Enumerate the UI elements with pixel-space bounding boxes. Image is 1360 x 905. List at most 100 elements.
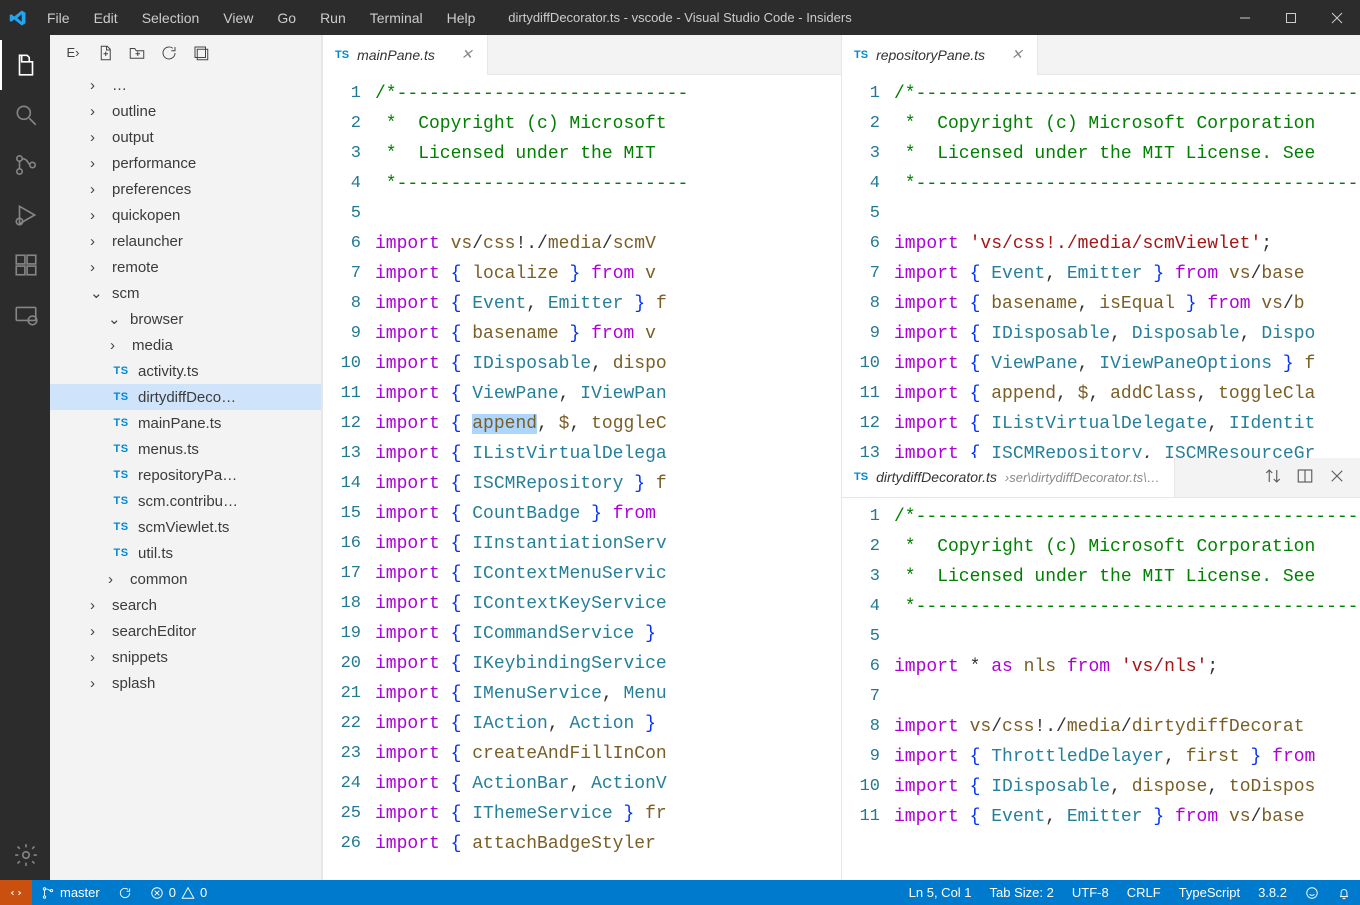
code-line[interactable]: /*--------------------------------------…: [894, 79, 1360, 109]
code-line[interactable]: import { basename, isEqual } from vs/b: [894, 289, 1360, 319]
code-line[interactable]: import { ICommandService }: [375, 619, 841, 649]
problems[interactable]: 0 0: [141, 880, 216, 905]
language-mode[interactable]: TypeScript: [1170, 880, 1249, 905]
menu-file[interactable]: File: [35, 0, 82, 35]
code-line[interactable]: import { ViewPane, IViewPan: [375, 379, 841, 409]
folder-item[interactable]: ›outline: [50, 98, 321, 124]
refresh-icon[interactable]: [160, 44, 178, 62]
code-line[interactable]: import { IKeybindingService: [375, 649, 841, 679]
code-line[interactable]: import vs/css!./media/dirtydiffDecorat: [894, 712, 1360, 742]
menu-terminal[interactable]: Terminal: [358, 0, 435, 35]
menu-run[interactable]: Run: [308, 0, 358, 35]
code-line[interactable]: import { append, $, toggleC: [375, 409, 841, 439]
code-line[interactable]: * Copyright (c) Microsoft Corporation: [894, 109, 1360, 139]
feedback-icon[interactable]: [1296, 880, 1328, 905]
split-icon[interactable]: [1296, 467, 1314, 488]
tab-repositorypane[interactable]: TS repositoryPane.ts ✕: [842, 35, 1038, 75]
eol[interactable]: CRLF: [1118, 880, 1170, 905]
folder-item[interactable]: ›common: [50, 566, 321, 592]
code-line[interactable]: import { localize } from v: [375, 259, 841, 289]
file-item[interactable]: TSmenus.ts: [50, 436, 321, 462]
code-line[interactable]: import * as nls from 'vs/nls';: [894, 652, 1360, 682]
new-file-icon[interactable]: [96, 44, 114, 62]
menu-view[interactable]: View: [211, 0, 265, 35]
file-item[interactable]: TSrepositoryPa…: [50, 462, 321, 488]
close-icon[interactable]: ✕: [1011, 46, 1023, 63]
code-line[interactable]: import { Event, Emitter } from vs/base: [894, 802, 1360, 832]
tab-mainpane[interactable]: TS mainPane.ts ✕: [323, 35, 488, 75]
folder-item[interactable]: ›snippets: [50, 644, 321, 670]
collapse-icon[interactable]: [192, 44, 210, 62]
code-line[interactable]: import { IAction, Action }: [375, 709, 841, 739]
activity-settings[interactable]: [0, 830, 50, 880]
encoding[interactable]: UTF-8: [1063, 880, 1118, 905]
file-item[interactable]: TSscmViewlet.ts: [50, 514, 321, 540]
activity-extensions[interactable]: [0, 240, 50, 290]
new-folder-icon[interactable]: [128, 44, 146, 62]
code-line[interactable]: *---------------------------------------…: [894, 169, 1360, 199]
code-line[interactable]: import { IDisposable, dispo: [375, 349, 841, 379]
close-icon[interactable]: ✕: [461, 46, 473, 63]
code-line[interactable]: import vs/css!./media/scmV: [375, 229, 841, 259]
code-line[interactable]: /*--------------------------------------…: [894, 502, 1360, 532]
remote-indicator[interactable]: [0, 880, 32, 905]
folder-item[interactable]: ›remote: [50, 254, 321, 280]
code-line[interactable]: import { append, $, addClass, toggleCla: [894, 379, 1360, 409]
folder-item[interactable]: ⌄scm: [50, 280, 321, 306]
file-item[interactable]: TSscm.contribu…: [50, 488, 321, 514]
code-editor-right[interactable]: 1234567891011121314151617181920212223242…: [323, 75, 841, 880]
code-line[interactable]: import { ActionBar, ActionV: [375, 769, 841, 799]
code-line[interactable]: [894, 682, 1360, 712]
minimize-button[interactable]: [1222, 0, 1268, 35]
tab-size[interactable]: Tab Size: 2: [981, 880, 1063, 905]
code-line[interactable]: import { Event, Emitter } from vs/base: [894, 259, 1360, 289]
menu-go[interactable]: Go: [265, 0, 308, 35]
code-line[interactable]: import { IInstantiationServ: [375, 529, 841, 559]
code-line[interactable]: import { ISCMRepository, ISCMResourceGr: [894, 439, 1360, 458]
code-line[interactable]: import { IListVirtualDelegate, IIdentit: [894, 409, 1360, 439]
close-icon[interactable]: [1328, 467, 1346, 488]
code-line[interactable]: import { Event, Emitter } f: [375, 289, 841, 319]
code-line[interactable]: [894, 622, 1360, 652]
menu-help[interactable]: Help: [435, 0, 488, 35]
code-line[interactable]: * Copyright (c) Microsoft Corporation: [894, 532, 1360, 562]
code-line[interactable]: import { IContextKeyService: [375, 589, 841, 619]
code-line[interactable]: import { IDisposable, dispose, toDispos: [894, 772, 1360, 802]
code-line[interactable]: import { ViewPane, IViewPaneOptions } f: [894, 349, 1360, 379]
folder-item[interactable]: ›preferences: [50, 176, 321, 202]
activity-search[interactable]: [0, 90, 50, 140]
menu-edit[interactable]: Edit: [82, 0, 130, 35]
code-line[interactable]: [894, 199, 1360, 229]
git-sync[interactable]: [109, 880, 141, 905]
folder-item[interactable]: ›searchEditor: [50, 618, 321, 644]
folder-item[interactable]: ›performance: [50, 150, 321, 176]
code-line[interactable]: import { IMenuService, Menu: [375, 679, 841, 709]
code-line[interactable]: [375, 199, 841, 229]
menu-selection[interactable]: Selection: [130, 0, 212, 35]
activity-explorer[interactable]: [0, 40, 50, 90]
maximize-button[interactable]: [1268, 0, 1314, 35]
code-line[interactable]: import { basename } from v: [375, 319, 841, 349]
code-line[interactable]: * Licensed under the MIT License. See: [894, 562, 1360, 592]
code-line[interactable]: import { IListVirtualDelega: [375, 439, 841, 469]
close-button[interactable]: [1314, 0, 1360, 35]
code-line[interactable]: *---------------------------------------…: [894, 592, 1360, 622]
tab-dirtydiff[interactable]: TS dirtydiffDecorator.ts ›ser\dirtydiffD…: [842, 458, 1175, 498]
code-line[interactable]: * Copyright (c) Microsoft: [375, 109, 841, 139]
code-line[interactable]: import { IThemeService } fr: [375, 799, 841, 829]
code-line[interactable]: import { attachBadgeStyler: [375, 829, 841, 859]
code-line[interactable]: * Licensed under the MIT License. See: [894, 139, 1360, 169]
compare-icon[interactable]: [1264, 467, 1282, 488]
folder-item[interactable]: ›…: [50, 72, 321, 98]
code-line[interactable]: import { CountBadge } from: [375, 499, 841, 529]
code-editor-left-top[interactable]: 12345678910111213 /*--------------------…: [842, 75, 1360, 458]
file-item[interactable]: TSactivity.ts: [50, 358, 321, 384]
code-line[interactable]: import { IContextMenuServic: [375, 559, 841, 589]
code-line[interactable]: *---------------------------: [375, 169, 841, 199]
folder-item[interactable]: ›quickopen: [50, 202, 321, 228]
file-item[interactable]: TSdirtydiffDeco…: [50, 384, 321, 410]
git-branch[interactable]: master: [32, 880, 109, 905]
code-line[interactable]: import { ThrottledDelayer, first } from: [894, 742, 1360, 772]
folder-item[interactable]: ›relauncher: [50, 228, 321, 254]
code-line[interactable]: import { IDisposable, Disposable, Dispo: [894, 319, 1360, 349]
